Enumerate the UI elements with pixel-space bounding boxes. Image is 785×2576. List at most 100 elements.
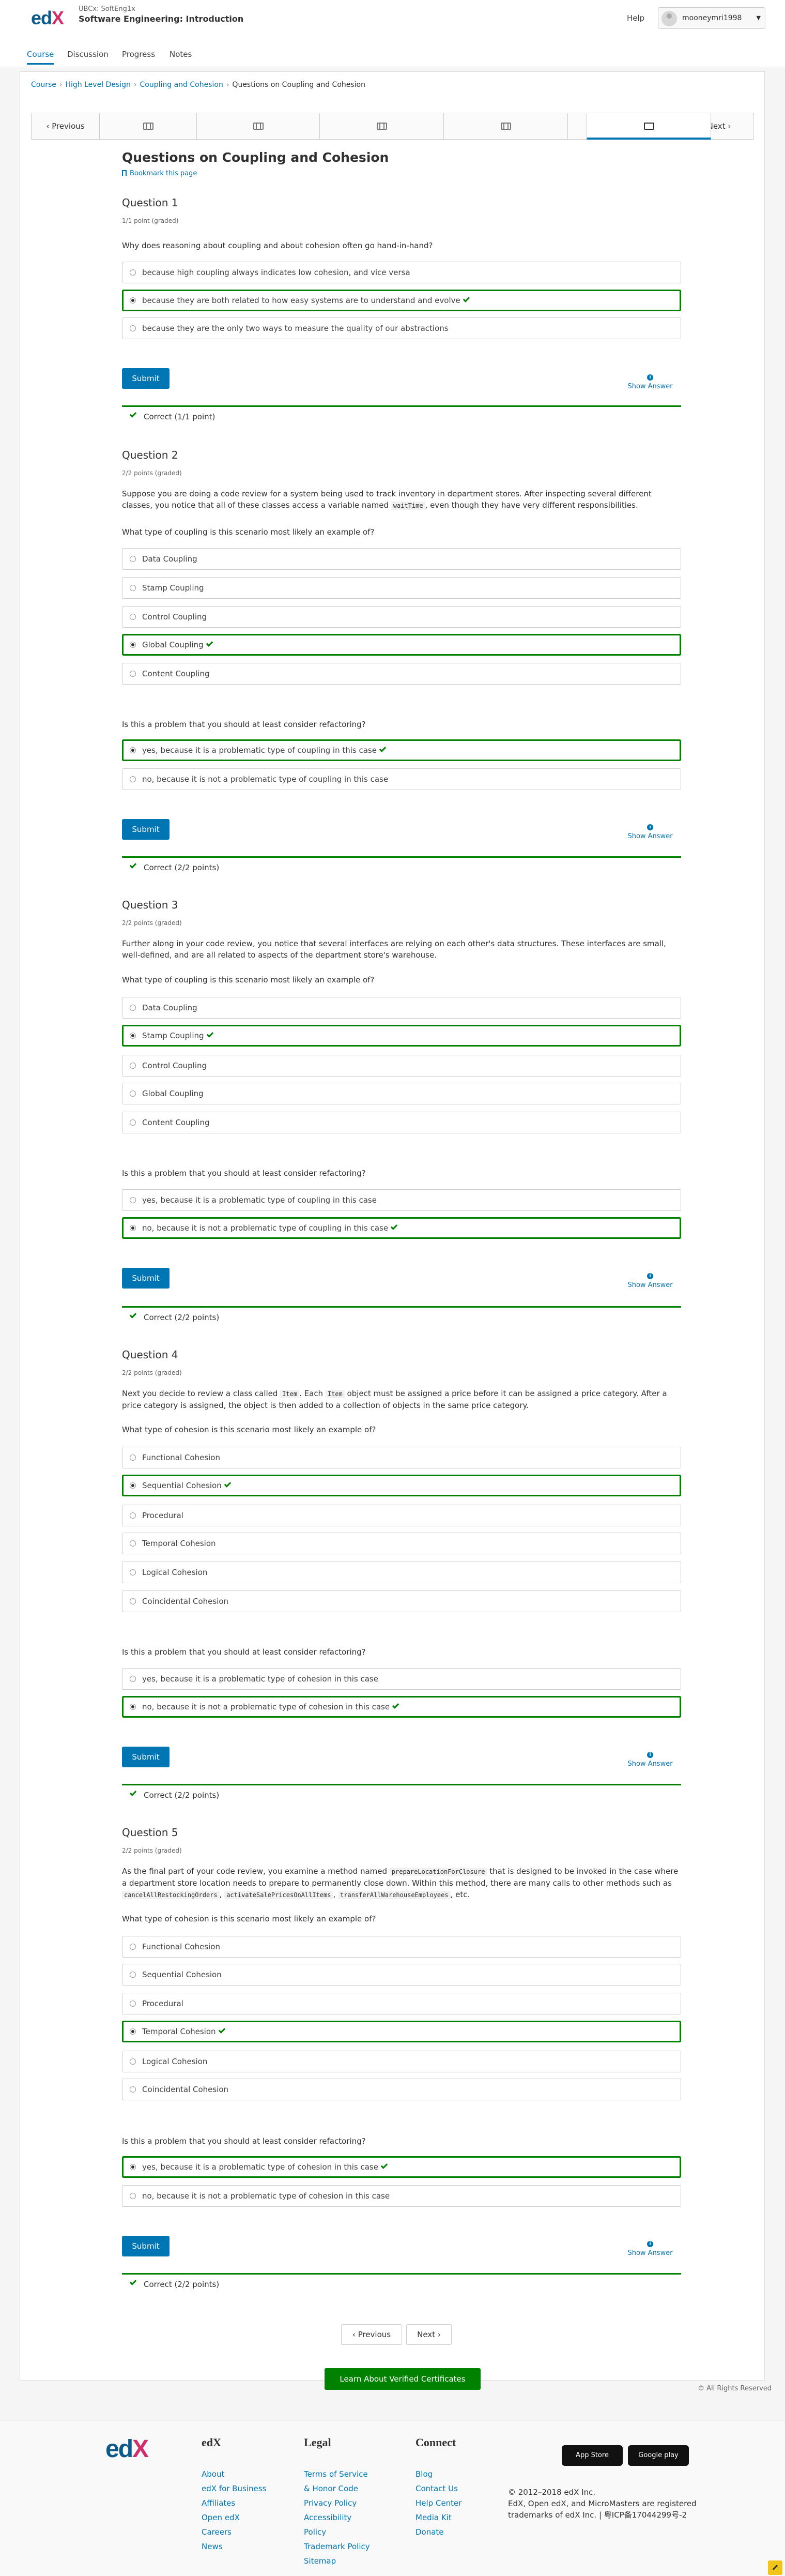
radio-button[interactable] — [130, 1569, 136, 1575]
user-menu[interactable]: mooneymri1998 ▼ — [658, 7, 765, 29]
footer-link[interactable]: Media Kit — [415, 2510, 461, 2525]
tab-course[interactable]: Course — [27, 50, 54, 65]
choice[interactable]: Global Coupling — [122, 1083, 681, 1104]
radio-button[interactable] — [130, 1704, 136, 1710]
bottom-previous-button[interactable]: ‹ Previous — [341, 2324, 402, 2345]
footer-link[interactable]: Careers — [202, 2525, 266, 2539]
footer-link[interactable]: Donate — [415, 2525, 461, 2539]
choice-selected[interactable]: no, because it is not a problematic type… — [122, 1217, 681, 1239]
show-answer-button[interactable]: i Show Answer — [626, 824, 674, 840]
radio-button[interactable] — [130, 1225, 136, 1231]
google-play-badge[interactable]: Google play — [628, 2445, 689, 2466]
choice-selected[interactable]: Global Coupling — [122, 634, 681, 656]
footer-link[interactable]: Privacy Policy — [304, 2496, 376, 2510]
choice-selected[interactable]: no, because it is not a problematic type… — [122, 1696, 681, 1718]
footer-link[interactable]: Terms of Service & Honor Code — [304, 2467, 376, 2496]
choice[interactable]: Content Coupling — [122, 663, 681, 685]
feedback-pencil-icon[interactable] — [768, 2560, 782, 2575]
sequence-tab-video-4[interactable] — [444, 113, 568, 139]
choice[interactable]: Logical Cohesion — [122, 1562, 681, 1583]
radio-button[interactable] — [130, 1454, 136, 1461]
submit-button[interactable]: Submit — [122, 1268, 170, 1289]
show-answer-button[interactable]: i Show Answer — [626, 2241, 674, 2257]
radio-button[interactable] — [130, 2058, 136, 2065]
footer-link[interactable]: About — [202, 2467, 266, 2481]
breadcrumb-section[interactable]: High Level Design — [66, 81, 131, 89]
footer-link[interactable]: Contact Us — [415, 2481, 461, 2496]
bookmark-button[interactable]: Bookmark this page — [122, 170, 197, 177]
radio-button[interactable] — [130, 1512, 136, 1519]
sequence-tab-video-1[interactable] — [100, 113, 197, 139]
sequence-previous-button[interactable]: ‹ Previous — [32, 113, 100, 139]
submit-button[interactable]: Submit — [122, 2236, 170, 2256]
choice[interactable]: Stamp Coupling — [122, 577, 681, 599]
choice[interactable]: Control Coupling — [122, 1055, 681, 1077]
radio-button[interactable] — [130, 747, 136, 753]
footer-link[interactable]: Affiliates — [202, 2496, 266, 2510]
radio-button[interactable] — [130, 556, 136, 562]
radio-button[interactable] — [130, 1944, 136, 1950]
radio-button[interactable] — [130, 2001, 136, 2007]
radio-button[interactable] — [130, 1119, 136, 1126]
footer-link[interactable]: Blog — [415, 2467, 461, 2481]
radio-button[interactable] — [130, 297, 136, 304]
choice-selected[interactable]: yes, because it is a problematic type of… — [122, 2156, 681, 2178]
breadcrumb-course[interactable]: Course — [31, 81, 56, 89]
choice[interactable]: Functional Cohesion — [122, 1447, 681, 1468]
radio-button[interactable] — [130, 2193, 136, 2199]
footer-link[interactable]: Trademark Policy — [304, 2539, 376, 2554]
choice[interactable]: no, because it is not a problematic type… — [122, 768, 681, 790]
submit-button[interactable]: Submit — [122, 368, 170, 389]
choice-selected[interactable]: Sequential Cohesion — [122, 1475, 681, 1496]
sequence-tab-video-2[interactable] — [197, 113, 320, 139]
footer-link[interactable]: Open edX — [202, 2510, 266, 2525]
choice[interactable]: because they are the only two ways to me… — [122, 317, 681, 339]
tab-notes[interactable]: Notes — [170, 50, 192, 59]
radio-button[interactable] — [130, 1676, 136, 1682]
radio-button[interactable] — [130, 1482, 136, 1489]
breadcrumb-subsection[interactable]: Coupling and Cohesion — [140, 81, 223, 89]
choice-selected[interactable]: yes, because it is a problematic type of… — [122, 739, 681, 761]
choice[interactable]: Logical Cohesion — [122, 2051, 681, 2072]
footer-link[interactable]: Sitemap — [304, 2554, 376, 2568]
footer-link[interactable]: Help Center — [415, 2496, 461, 2510]
footer-link[interactable]: Accessibility Policy — [304, 2510, 376, 2539]
choice[interactable]: Sequential Cohesion — [122, 1964, 681, 1986]
radio-button[interactable] — [130, 2028, 136, 2035]
choice[interactable]: Control Coupling — [122, 606, 681, 628]
choice-selected[interactable]: Stamp Coupling — [122, 1025, 681, 1047]
choice[interactable]: because high coupling always indicates l… — [122, 262, 681, 283]
footer-link[interactable]: News — [202, 2539, 266, 2554]
radio-button[interactable] — [130, 671, 136, 677]
radio-button[interactable] — [130, 614, 136, 620]
radio-button[interactable] — [130, 1033, 136, 1039]
radio-button[interactable] — [130, 1540, 136, 1547]
submit-button[interactable]: Submit — [122, 1747, 170, 1767]
tab-progress[interactable]: Progress — [122, 50, 155, 59]
radio-button[interactable] — [130, 1063, 136, 1069]
footer-edx-logo[interactable]: edX — [105, 2435, 149, 2463]
radio-button[interactable] — [130, 1972, 136, 1978]
choice[interactable]: Data Coupling — [122, 548, 681, 570]
radio-button[interactable] — [130, 269, 136, 276]
show-answer-button[interactable]: i Show Answer — [626, 1752, 674, 1768]
radio-button[interactable] — [130, 585, 136, 591]
choice-selected[interactable]: Temporal Cohesion — [122, 2021, 681, 2042]
sequence-tab-problem[interactable] — [587, 113, 711, 140]
verified-certificate-button[interactable]: Learn About Verified Certificates — [325, 2368, 481, 2390]
choice[interactable]: Procedural — [122, 1993, 681, 2014]
choice[interactable]: Coincidental Cohesion — [122, 1590, 681, 1612]
radio-button[interactable] — [130, 325, 136, 331]
choice[interactable]: yes, because it is a problematic type of… — [122, 1668, 681, 1690]
tab-discussion[interactable]: Discussion — [67, 50, 109, 59]
choice[interactable]: Functional Cohesion — [122, 1936, 681, 1958]
radio-button[interactable] — [130, 642, 136, 648]
choice-selected[interactable]: because they are both related to how eas… — [122, 290, 681, 311]
radio-button[interactable] — [130, 1005, 136, 1011]
app-store-badge[interactable]: App Store — [562, 2445, 623, 2466]
choice[interactable]: Temporal Cohesion — [122, 1533, 681, 1554]
choice[interactable]: Coincidental Cohesion — [122, 2079, 681, 2100]
edx-logo[interactable]: edX — [31, 7, 64, 29]
radio-button[interactable] — [130, 1090, 136, 1097]
radio-button[interactable] — [130, 2164, 136, 2170]
